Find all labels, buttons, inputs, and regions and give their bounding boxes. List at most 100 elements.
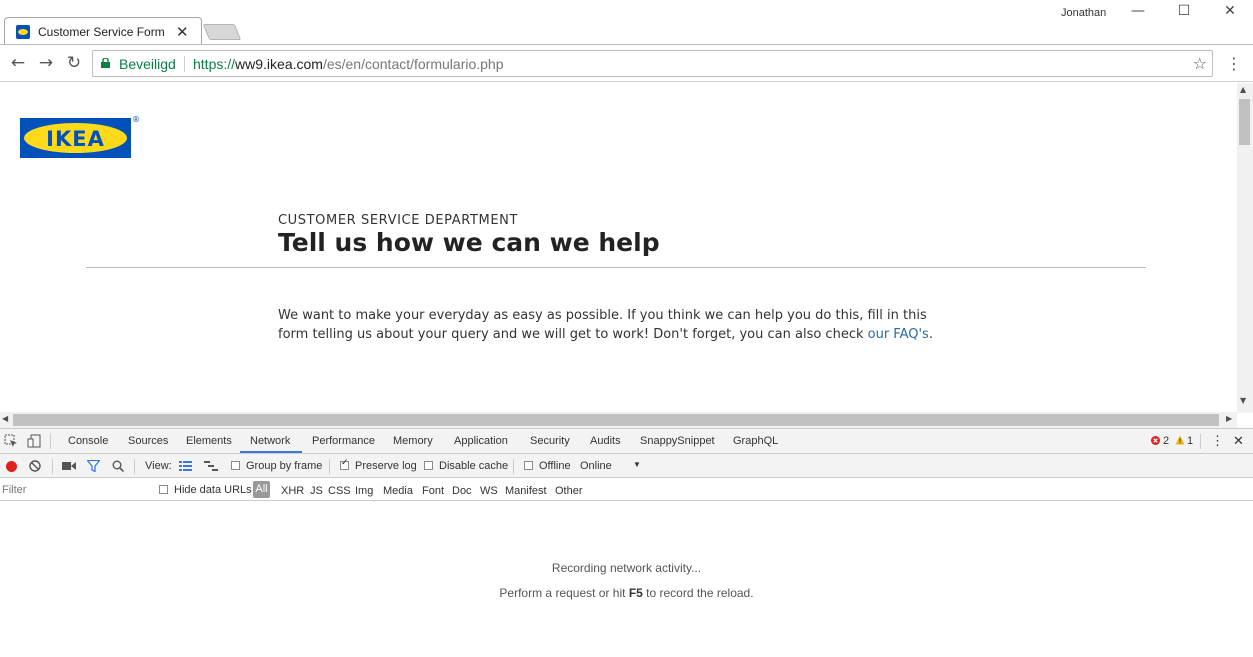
- devtools-close-icon[interactable]: ✕: [1233, 433, 1244, 449]
- department-label: CUSTOMER SERVICE DEPARTMENT: [278, 213, 518, 228]
- faq-link[interactable]: our FAQ's: [868, 327, 929, 342]
- divider: [86, 267, 1146, 268]
- devtools-tabbar: Console Sources Elements Network Perform…: [0, 429, 1253, 454]
- filter-type-other[interactable]: Other: [555, 485, 583, 497]
- reload-icon[interactable]: ↻: [64, 54, 84, 72]
- back-icon[interactable]: ←: [8, 54, 28, 72]
- scroll-left-icon[interactable]: ◀: [2, 414, 8, 423]
- filter-type-all[interactable]: All: [253, 481, 270, 498]
- tab-sources[interactable]: Sources: [128, 435, 168, 447]
- tab-memory[interactable]: Memory: [393, 435, 433, 447]
- record-icon[interactable]: [6, 461, 17, 472]
- device-toolbar-icon[interactable]: [27, 434, 41, 448]
- toolbar-separator: [1200, 434, 1201, 449]
- filter-type-manifest[interactable]: Manifest: [505, 485, 547, 497]
- offline-label[interactable]: Offline: [539, 460, 571, 472]
- tab-graphql[interactable]: GraphQL: [733, 435, 778, 447]
- warning-count[interactable]: 1: [1187, 435, 1193, 447]
- ikea-logo[interactable]: IKEA: [20, 118, 131, 158]
- waterfall-overview-icon[interactable]: [204, 461, 218, 471]
- intro-paragraph: We want to make your everyday as easy as…: [278, 306, 958, 344]
- browser-menu-icon[interactable]: ⋮: [1226, 54, 1242, 73]
- group-by-frame-label[interactable]: Group by frame: [246, 460, 322, 472]
- devtools-panel: Console Sources Elements Network Perform…: [0, 428, 1253, 657]
- tab-audits[interactable]: Audits: [590, 435, 621, 447]
- page-title: Tell us how we can we help: [278, 228, 660, 257]
- profile-name[interactable]: Jonathan: [1061, 7, 1106, 19]
- filter-type-css[interactable]: CSS: [328, 485, 351, 497]
- tab-elements[interactable]: Elements: [186, 435, 232, 447]
- horizontal-scrollbar[interactable]: ◀ ▶: [0, 412, 1237, 428]
- tab-application[interactable]: Application: [454, 435, 508, 447]
- reload-hint-post: to record the reload.: [642, 586, 754, 600]
- screenshot-capture-icon[interactable]: [62, 461, 76, 471]
- throttling-select[interactable]: Online: [580, 460, 612, 472]
- preserve-log-checkbox[interactable]: [340, 458, 349, 470]
- large-rows-icon[interactable]: [179, 461, 192, 471]
- tab-performance[interactable]: Performance: [312, 435, 375, 447]
- url-host: ww9.ikea.com: [235, 56, 323, 72]
- url-path: /es/en/contact/formulario.php: [322, 56, 504, 72]
- group-by-frame-checkbox[interactable]: [231, 461, 240, 470]
- logo-wordmark: IKEA: [46, 127, 105, 151]
- tab-close-icon[interactable]: ✕: [176, 24, 189, 40]
- disable-cache-label[interactable]: Disable cache: [439, 460, 508, 472]
- lock-icon[interactable]: [101, 58, 110, 68]
- filter-type-doc[interactable]: Doc: [452, 485, 472, 497]
- toolbar-separator: [50, 434, 51, 449]
- maximize-icon[interactable]: ☐: [1169, 3, 1199, 19]
- tab-network[interactable]: Network: [250, 435, 290, 447]
- reload-hint-key: F5: [628, 586, 643, 600]
- address-bar[interactable]: Beveiligd https://ww9.ikea.com/es/en/con…: [92, 50, 1213, 77]
- disable-cache-checkbox[interactable]: [424, 461, 433, 470]
- ikea-favicon-icon: [16, 25, 30, 39]
- filter-type-media[interactable]: Media: [383, 485, 413, 497]
- filter-type-js[interactable]: JS: [310, 485, 323, 497]
- filter-type-ws[interactable]: WS: [480, 485, 498, 497]
- active-tab-indicator: [240, 451, 302, 453]
- minimize-icon[interactable]: —: [1123, 3, 1153, 19]
- reload-hint-pre: Perform a request or hit: [499, 586, 629, 600]
- forward-icon[interactable]: →: [36, 54, 56, 72]
- window-close-icon[interactable]: ✕: [1215, 3, 1245, 19]
- url-text[interactable]: https://ww9.ikea.com/es/en/contact/formu…: [193, 56, 504, 72]
- tab-snappysnippet[interactable]: SnappySnippet: [640, 435, 715, 447]
- preserve-log-label[interactable]: Preserve log: [355, 460, 417, 472]
- filter-icon[interactable]: [87, 460, 100, 472]
- inspect-element-icon[interactable]: [4, 434, 18, 448]
- scroll-up-icon[interactable]: ▲: [1240, 85, 1246, 94]
- filter-input[interactable]: [2, 483, 152, 497]
- browser-tab-content[interactable]: Customer Service Form - ✕: [16, 22, 196, 42]
- filter-type-img[interactable]: Img: [355, 485, 373, 497]
- clear-icon[interactable]: [29, 460, 41, 472]
- toolbar-separator: [513, 459, 514, 474]
- filter-type-xhr[interactable]: XHR: [281, 485, 304, 497]
- search-icon[interactable]: [112, 460, 124, 472]
- new-tab-button[interactable]: [202, 24, 242, 40]
- tab-console[interactable]: Console: [68, 435, 108, 447]
- filter-type-font[interactable]: Font: [422, 485, 444, 497]
- scroll-down-icon[interactable]: ▼: [1240, 396, 1246, 405]
- offline-checkbox[interactable]: [524, 461, 533, 470]
- recording-status: Recording network activity...: [551, 561, 702, 575]
- network-filterbar: Hide data URLs All XHR JS CSS Img Media …: [0, 478, 1253, 501]
- chevron-down-icon[interactable]: ▼: [633, 460, 641, 469]
- intro-text: We want to make your everyday as easy as…: [278, 308, 927, 342]
- tab-security[interactable]: Security: [530, 435, 570, 447]
- browser-toolbar: ← → ↻ Beveiligd https://ww9.ikea.com/es/…: [0, 44, 1253, 82]
- error-icon[interactable]: [1151, 436, 1160, 445]
- devtools-menu-icon[interactable]: ⋮: [1211, 433, 1224, 449]
- warning-icon[interactable]: [1175, 435, 1185, 445]
- network-toolbar: View: Group by frame Preserve log Disabl…: [0, 454, 1253, 478]
- vertical-scrollbar[interactable]: ▲ ▼: [1237, 83, 1253, 413]
- hide-data-urls-checkbox[interactable]: [159, 485, 168, 494]
- secure-label[interactable]: Beveiligd: [119, 56, 176, 72]
- hide-data-urls-label[interactable]: Hide data URLs: [174, 484, 252, 496]
- bookmark-star-icon[interactable]: ☆: [1193, 54, 1207, 73]
- omnibox-divider: [184, 56, 185, 72]
- error-count[interactable]: 2: [1163, 435, 1169, 447]
- scroll-right-icon[interactable]: ▶: [1226, 414, 1232, 423]
- horizontal-scroll-thumb[interactable]: [13, 414, 1219, 426]
- vertical-scroll-thumb[interactable]: [1239, 99, 1250, 145]
- toolbar-separator: [134, 459, 135, 474]
